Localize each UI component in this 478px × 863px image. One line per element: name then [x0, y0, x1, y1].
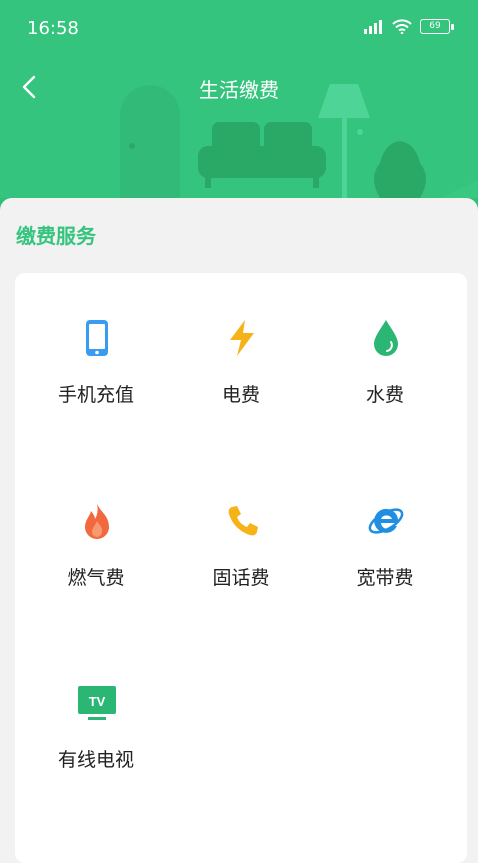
status-bar: 16:58 69 [0, 0, 478, 58]
service-gas[interactable]: 燃气费 [21, 501, 171, 621]
status-icons: 69 [362, 19, 454, 34]
service-cable-tv[interactable]: TV 有线电视 [21, 683, 171, 803]
service-label: 电费 [221, 384, 260, 406]
phone-icon [86, 320, 108, 356]
service-section: 缴费服务 手机充值 电费 水费 燃气费 固话费 宽带费 TV 有线电视 [0, 198, 478, 863]
status-time: 16:58 [27, 18, 79, 39]
page-title: 生活缴费 [199, 78, 279, 102]
tv-icon: TV [78, 686, 116, 720]
service-electricity[interactable]: 电费 [166, 318, 316, 438]
service-label: 有线电视 [57, 749, 134, 771]
lightning-icon [230, 320, 254, 356]
svg-text:TV: TV [89, 694, 106, 709]
water-drop-icon [374, 320, 398, 356]
service-mobile-recharge[interactable]: 手机充值 [21, 318, 171, 438]
service-landline[interactable]: 固话费 [166, 501, 316, 621]
service-label: 固话费 [212, 567, 270, 589]
service-label: 水费 [365, 384, 404, 406]
wifi-icon [392, 19, 412, 34]
service-broadband[interactable]: 宽带费 [310, 501, 460, 621]
header: 16:58 69 生活缴费 [0, 0, 478, 215]
signal-icon [364, 19, 382, 34]
internet-explorer-icon [368, 508, 404, 534]
section-title: 缴费服务 [16, 224, 96, 248]
telephone-icon [228, 506, 258, 536]
service-grid-card: 手机充值 电费 水费 燃气费 固话费 宽带费 TV 有线电视 [15, 273, 467, 863]
battery-indicator: 69 [420, 19, 454, 34]
service-water[interactable]: 水费 [310, 318, 460, 438]
title-bar: 生活缴费 [0, 58, 478, 116]
service-label: 宽带费 [356, 567, 414, 589]
service-label: 手机充值 [57, 384, 134, 406]
service-label: 燃气费 [67, 567, 125, 589]
flame-icon [85, 503, 109, 539]
